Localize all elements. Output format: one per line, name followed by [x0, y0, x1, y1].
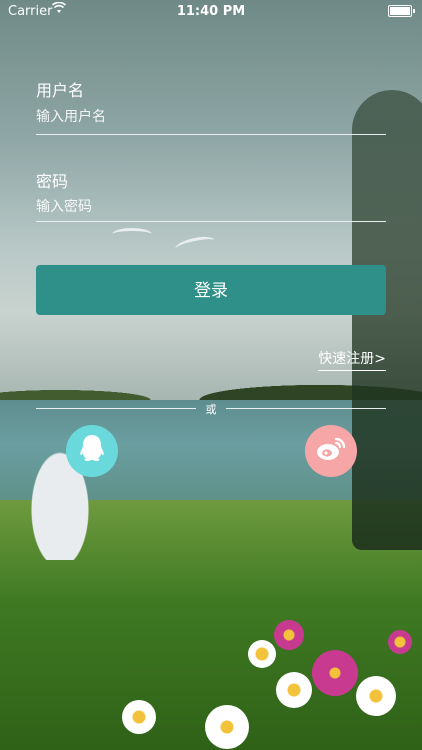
flower-pink	[274, 620, 304, 650]
flower-white	[122, 700, 156, 734]
password-underline	[36, 221, 386, 222]
bird-1	[112, 228, 152, 241]
willow-tree	[352, 90, 422, 550]
username-label: 用户名	[36, 81, 85, 100]
flower-white	[248, 640, 276, 668]
status-bar: Carrier 11:40 PM	[0, 0, 422, 22]
password-label: 密码	[36, 172, 69, 191]
password-input[interactable]	[36, 194, 386, 220]
divider-right	[226, 408, 386, 409]
flower-white	[205, 705, 249, 749]
qq-icon	[77, 433, 107, 469]
status-time: 11:40 PM	[176, 4, 246, 19]
quick-register-link[interactable]: 快速注册>	[318, 348, 386, 371]
battery-icon	[388, 5, 415, 17]
qq-login-button[interactable]	[66, 425, 118, 477]
flower-pink	[312, 650, 358, 696]
flower-pink	[388, 630, 412, 654]
weibo-login-button[interactable]	[305, 425, 357, 477]
divider-left	[36, 408, 196, 409]
or-label: 或	[205, 403, 217, 416]
flower-white	[356, 676, 396, 716]
username-underline	[36, 134, 386, 135]
username-input[interactable]	[36, 104, 386, 130]
login-button[interactable]: 登录	[36, 265, 386, 315]
weibo-icon	[315, 435, 347, 467]
flower-white	[276, 672, 312, 708]
